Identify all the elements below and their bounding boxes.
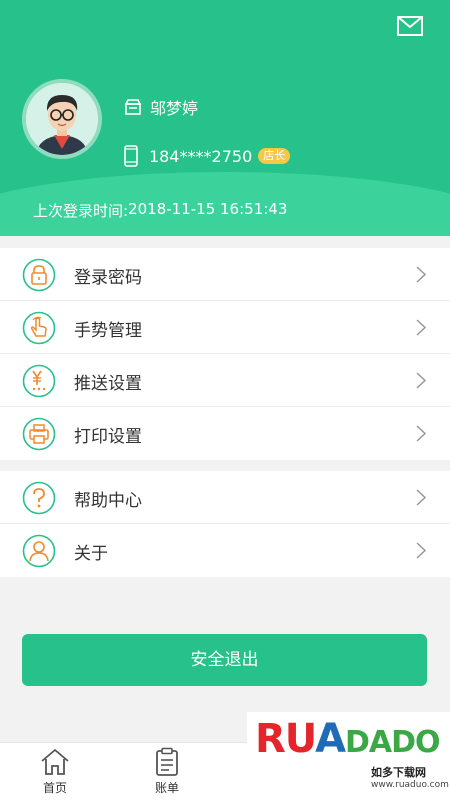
gesture-hand-icon [22, 311, 56, 345]
mail-icon[interactable] [397, 16, 423, 36]
menu-label: 打印设置 [74, 427, 142, 447]
watermark-url: www.ruaduo.com [371, 780, 449, 790]
logout-button[interactable]: 安全退出 [22, 634, 427, 686]
store-icon [124, 99, 142, 115]
phone-number: 184****2750 [149, 146, 253, 166]
phone-icon [124, 145, 138, 167]
settings-group-security: 登录密码 手势管理 推送设置 打印设置 [0, 248, 450, 460]
profile-header: 邬梦婷 184****2750 店长 上次登录时间: 2018-11-15 16… [0, 0, 450, 236]
chevron-right-icon [416, 425, 426, 442]
watermark-brand: RUADADO [255, 716, 441, 762]
avatar[interactable] [22, 79, 102, 159]
last-login-time: 2018-11-15 16:51:43 [128, 200, 288, 218]
yen-push-icon [22, 364, 56, 398]
menu-label: 登录密码 [74, 268, 142, 288]
menu-label: 推送设置 [74, 374, 142, 394]
tab-bill-label: 账单 [154, 781, 179, 795]
help-question-icon [22, 481, 56, 515]
chevron-right-icon [416, 542, 426, 559]
user-name: 邬梦婷 [150, 99, 199, 118]
menu-item-help[interactable]: 帮助中心 [0, 471, 450, 524]
menu-item-gesture[interactable]: 手势管理 [0, 301, 450, 354]
watermark-subtitle: 如多下载网 [371, 766, 426, 779]
tab-home-label: 首页 [42, 781, 67, 795]
menu-item-push[interactable]: 推送设置 [0, 354, 450, 407]
lock-icon [22, 258, 56, 292]
menu-label: 帮助中心 [74, 491, 142, 511]
settings-group-info: 帮助中心 关于 [0, 471, 450, 577]
watermark-logo: RUADADO 如多下载网 www.ruaduo.com [247, 712, 450, 800]
tab-home[interactable]: 首页 [25, 747, 85, 796]
printer-icon [22, 417, 56, 451]
last-login-label: 上次登录时间: [33, 202, 129, 220]
tab-bill[interactable]: 账单 [137, 747, 197, 796]
user-about-icon [22, 534, 56, 568]
chevron-right-icon [416, 489, 426, 506]
clipboard-icon [156, 747, 178, 776]
phone-row: 184****2750 店长 [124, 145, 291, 167]
store-user-row: 邬梦婷 [124, 96, 198, 118]
menu-label: 手势管理 [74, 321, 142, 341]
last-login: 上次登录时间: 2018-11-15 16:51:43 [33, 200, 287, 221]
chevron-right-icon [416, 372, 426, 389]
menu-label: 关于 [74, 544, 108, 564]
chevron-right-icon [416, 319, 426, 336]
home-icon [41, 748, 69, 775]
menu-item-print[interactable]: 打印设置 [0, 407, 450, 460]
role-badge: 店长 [258, 148, 291, 164]
avatar-illustration [26, 83, 98, 155]
chevron-right-icon [416, 266, 426, 283]
menu-item-login-password[interactable]: 登录密码 [0, 248, 450, 301]
menu-item-about[interactable]: 关于 [0, 524, 450, 577]
